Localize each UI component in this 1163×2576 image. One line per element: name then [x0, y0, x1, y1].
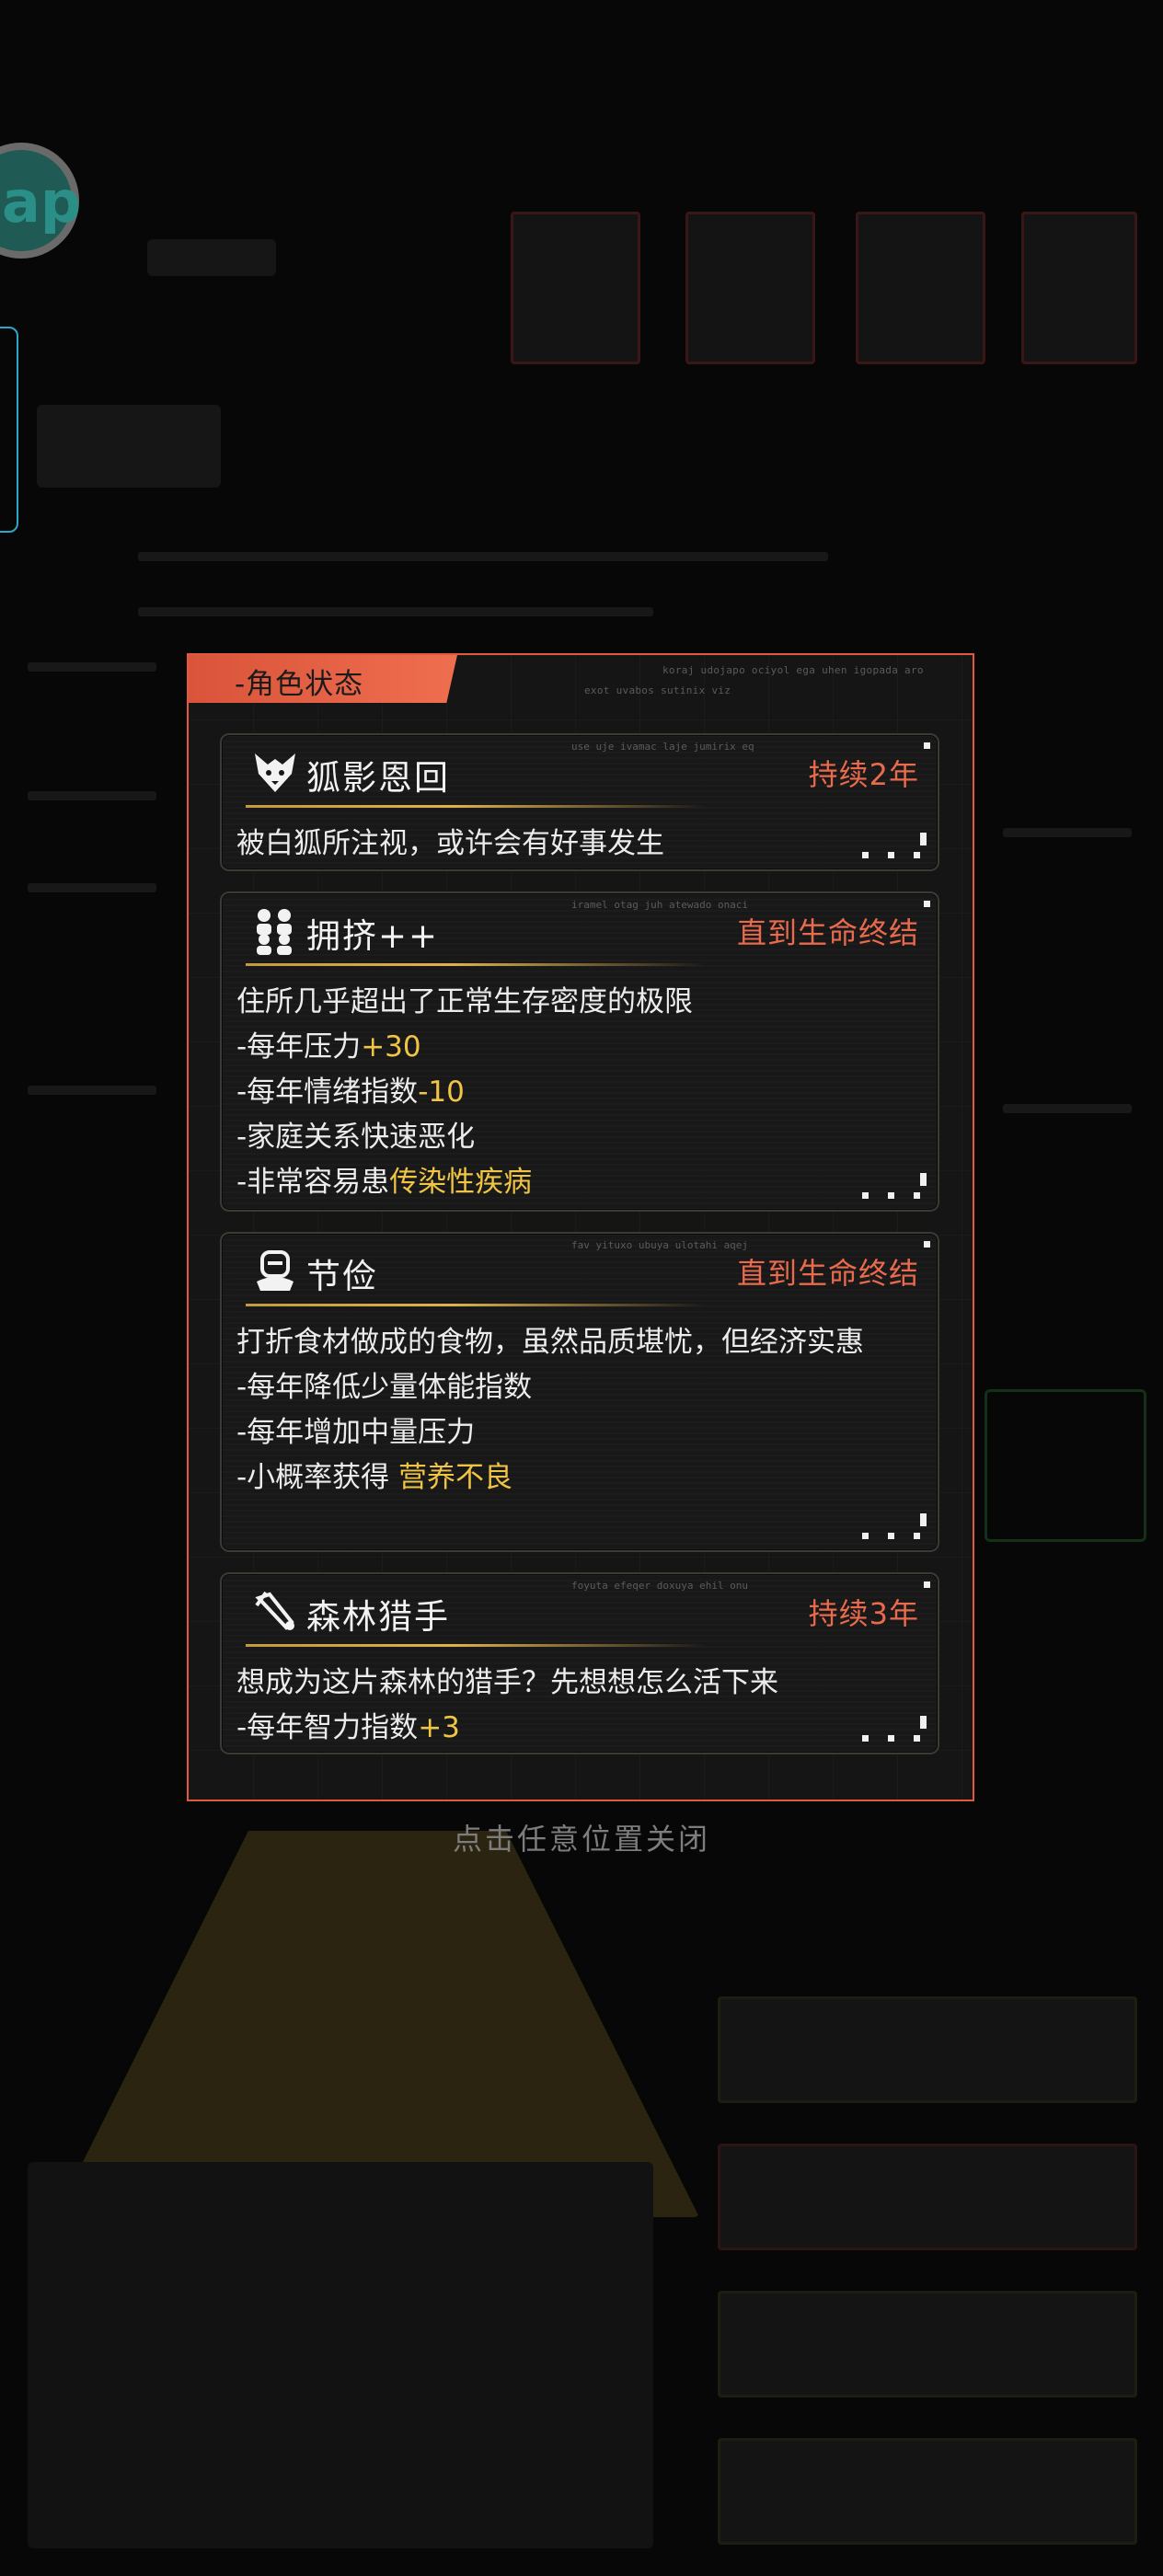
bg-row — [718, 2144, 1137, 2250]
status-card: use uje ivamac laje jumirix eq 狐影恩回 持续2年… — [220, 733, 939, 871]
hunter-icon — [255, 1591, 294, 1630]
status-card: iramel otag juh atewado onaci 拥挤++ 直到生命终… — [220, 891, 939, 1212]
corner-mark — [924, 901, 930, 907]
bg-slot-2 — [685, 212, 815, 364]
card-duration: 持续3年 — [808, 1596, 919, 1631]
card-description: 被白狐所注视，或许会有好事发生 — [236, 827, 664, 860]
bg-row — [718, 1996, 1137, 2103]
bg-row — [718, 2291, 1137, 2398]
deco-text: exot uvabos sutinix viz — [584, 684, 731, 696]
card-duration: 持续2年 — [808, 757, 919, 792]
bg-line — [138, 552, 828, 561]
bg-line — [28, 1086, 156, 1095]
corner-mark — [924, 742, 930, 749]
bg-line — [28, 883, 156, 892]
title-underline — [246, 1644, 706, 1647]
card-description: 住所几乎超出了正常生存密度的极限 -每年压力+30 -每年情绪指数-10 -家庭… — [236, 985, 693, 1199]
corner-mark — [924, 1241, 930, 1248]
card-dots — [862, 1714, 927, 1742]
card-dots — [862, 1171, 927, 1199]
bg-block — [37, 405, 221, 488]
bg-line — [28, 662, 156, 672]
card-duration: 直到生命终结 — [736, 915, 919, 950]
card-name: 狐影恩回 — [306, 758, 450, 798]
card-header: 拥挤++ 直到生命终结 — [235, 903, 925, 958]
close-hint[interactable]: 点击任意位置关闭 — [0, 1816, 1163, 1858]
bg-tent — [55, 1831, 699, 2217]
bg-row — [718, 2438, 1137, 2545]
card-description: 想成为这片森林的猎手？先想想怎么活下来 -每年智力指数+3 — [236, 1666, 778, 1744]
side-panel-edge — [0, 327, 18, 533]
card-description: 打折食材做成的食物，虽然品质堪忧，但经济实惠 -每年降低少量体能指数 -每年增加… — [236, 1326, 864, 1494]
bg-line — [28, 791, 156, 800]
status-card: foyuta efeqer doxuya ehil onu 森林猎手 持续3年 … — [220, 1572, 939, 1754]
bg-slot-1 — [511, 212, 640, 364]
title-underline — [246, 1304, 706, 1306]
card-header: 狐影恩回 持续2年 — [235, 744, 925, 799]
frugal-icon — [257, 1250, 294, 1291]
card-header: 节俭 直到生命终结 — [235, 1243, 925, 1298]
bg-slot-4 — [1021, 212, 1137, 364]
bg-green-box — [985, 1389, 1146, 1542]
card-duration: 直到生命终结 — [736, 1256, 919, 1291]
deco-text: koraj udojapo ociyol ega uhen igopada ar… — [662, 664, 924, 676]
card-header: 森林猎手 持续3年 — [235, 1583, 925, 1639]
card-name: 拥挤++ — [306, 916, 440, 956]
card-dots — [862, 831, 927, 858]
status-card: fav yituxo ubuya ulotahi aqej 节俭 直到生命终结 … — [220, 1232, 939, 1552]
avatar: ap — [0, 143, 81, 259]
status-modal: -角色状态 koraj udojapo ociyol ega uhen igop… — [187, 653, 974, 1801]
title-underline — [246, 963, 706, 966]
crowd-icon — [257, 909, 292, 955]
bg-line — [1003, 828, 1132, 837]
bg-slot-3 — [856, 212, 985, 364]
card-dots — [862, 1512, 927, 1539]
bg-panel — [28, 2162, 653, 2548]
title-underline — [246, 805, 706, 808]
modal-title: -角色状态 — [235, 668, 364, 701]
bg-block — [147, 239, 276, 276]
modal-title-tab: -角色状态 — [189, 655, 457, 703]
fox-icon — [255, 753, 295, 792]
card-name: 森林猎手 — [306, 1597, 450, 1637]
corner-mark — [924, 1581, 930, 1588]
card-name: 节俭 — [306, 1257, 378, 1296]
bg-line — [138, 607, 653, 616]
bg-line — [1003, 1104, 1132, 1113]
